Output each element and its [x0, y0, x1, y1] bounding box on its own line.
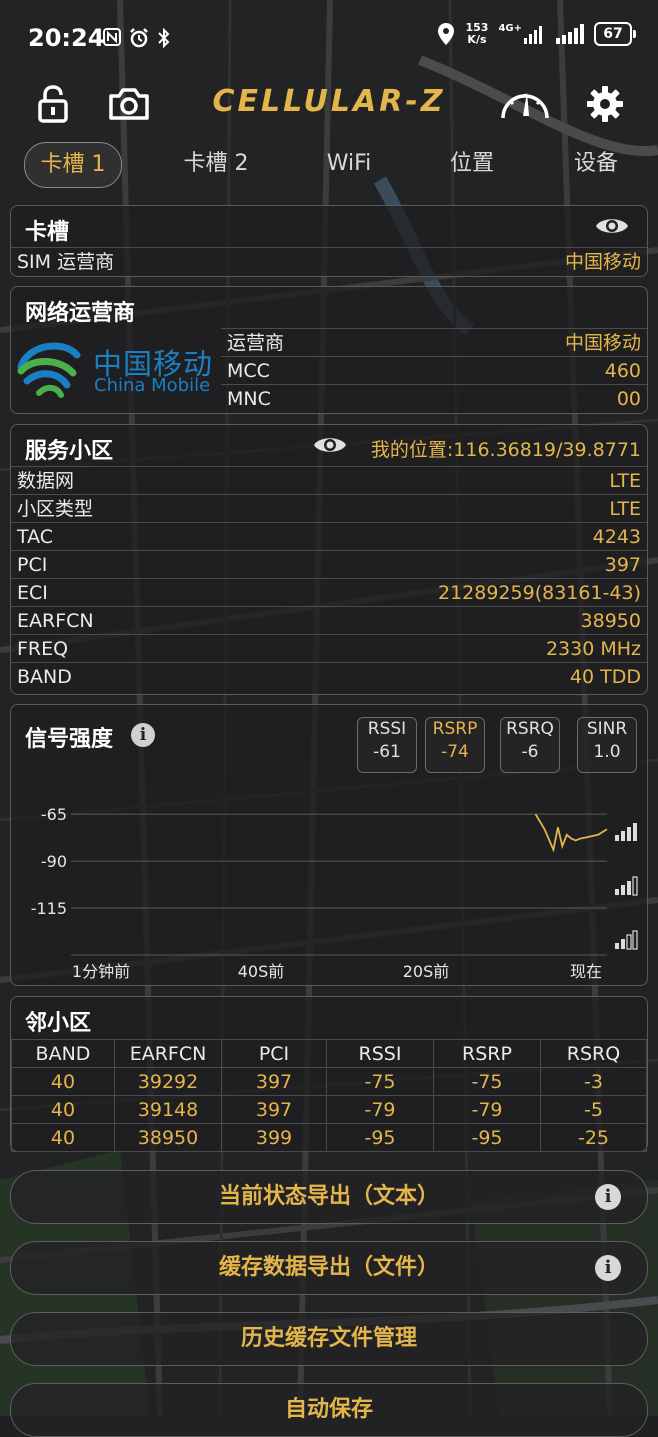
- autosave-button[interactable]: 自动保存: [10, 1383, 648, 1437]
- network-operator-card: 网络运营商 中国移动 China Mobile 运营商 中国移动 MCC 460 M…: [10, 286, 648, 414]
- eci-row: ECI 21289259(83161-43): [11, 578, 647, 607]
- china-mobile-logo: 中国移动 China Mobile: [17, 329, 221, 413]
- y-tick-label: -90: [41, 852, 67, 871]
- operator-card-title: 网络运营商: [25, 301, 136, 326]
- neighbor-cells-card: 邻小区 BAND EARFCN PCI RSSI RSRP RSRQ 40 392…: [10, 996, 648, 1152]
- speedometer-icon: [501, 92, 549, 119]
- toolbar: CELLULAR-Z: [0, 78, 658, 134]
- clock: 20:24: [28, 24, 105, 52]
- signal-strength-card: 信号强度 i RSSI -61 RSRP -74 RSRQ -6 SINR 1.0 -6…: [10, 704, 648, 986]
- eye-icon[interactable]: [313, 433, 347, 457]
- export-text-button[interactable]: 当前状态导出（文本） i: [10, 1170, 648, 1224]
- table-row: 40 38950 399 -95 -95 -25: [11, 1123, 647, 1152]
- x-tick-label: 现在: [570, 962, 602, 981]
- y-tick-label: -115: [31, 899, 67, 918]
- export-file-button[interactable]: 缓存数据导出（文件） i: [10, 1241, 648, 1295]
- sinr-badge[interactable]: SINR 1.0: [577, 717, 637, 773]
- tab-wifi[interactable]: WiFi: [302, 142, 396, 186]
- info-icon[interactable]: i: [595, 1184, 621, 1210]
- table-row: 40 39148 397 -79 -79 -5: [11, 1095, 647, 1124]
- tab-device[interactable]: 设备: [554, 142, 638, 186]
- history-files-button[interactable]: 历史缓存文件管理: [10, 1312, 648, 1366]
- freq-row: FREQ 2330 MHz: [11, 634, 647, 663]
- eye-icon[interactable]: [595, 214, 629, 238]
- tab-bar: 卡槽 1 卡槽 2 WiFi 位置 设备: [0, 142, 658, 190]
- signal-level-icons: [615, 823, 638, 950]
- col-band: BAND: [11, 1039, 115, 1068]
- mcc-row: MCC 460: [221, 356, 647, 385]
- earfcn-row: EARFCN 38950: [11, 606, 647, 635]
- tac-row: TAC 4243: [11, 522, 647, 551]
- status-bar: 20:24 153 K/s 4G+ 67: [0, 0, 658, 70]
- rssi-badge[interactable]: RSSI -61: [357, 717, 417, 773]
- mnc-row: MNC 00: [221, 384, 647, 413]
- slot-card: 卡槽 SIM 运营商 中国移动: [10, 205, 648, 277]
- cell-signal-icon-1: [524, 26, 542, 44]
- y-tick-label: -65: [41, 805, 67, 824]
- col-rsrp: RSRP: [433, 1039, 541, 1068]
- signal-bars-high-icon: [615, 823, 637, 841]
- pci-row: PCI 397: [11, 550, 647, 579]
- signal-strength-title: 信号强度: [25, 727, 114, 752]
- gear-icon: [587, 86, 623, 122]
- slot-card-title: 卡槽: [25, 220, 70, 245]
- tab-location[interactable]: 位置: [430, 142, 514, 186]
- table-header-row: BAND EARFCN PCI RSSI RSRP RSRQ: [11, 1039, 647, 1068]
- rsrq-badge[interactable]: RSRQ -6: [500, 717, 560, 773]
- x-tick-label: 40S前: [238, 962, 285, 981]
- net-speed: 153 K/s: [465, 21, 489, 46]
- neighbor-cells-title: 邻小区: [25, 1011, 92, 1036]
- table-row: 40 39292 397 -75 -75 -3: [11, 1067, 647, 1096]
- signal-bars-mid-icon: [615, 876, 638, 896]
- network-type-badge: 4G+: [498, 23, 546, 44]
- cell-signal-icon-2: [556, 24, 584, 44]
- serving-cell-card: 服务小区 我的位置:116.36819/39.8771 数据网 LTE 小区类型 L…: [10, 424, 648, 695]
- tab-slot-2[interactable]: 卡槽 2: [166, 142, 266, 186]
- operator-details: 运营商 中国移动 MCC 460 MNC 00: [221, 328, 647, 413]
- data-network-row: 数据网 LTE: [11, 466, 647, 495]
- app-brand: CELLULAR-Z: [212, 84, 446, 119]
- signal-chart: -65 -90 -115 1分钟前 40S前 20S前 现在: [31, 805, 638, 981]
- my-location: 我的位置:116.36819/39.8771: [370, 439, 641, 461]
- rsrp-badge[interactable]: RSRP -74: [425, 717, 485, 773]
- tab-slot-1[interactable]: 卡槽 1: [24, 142, 122, 188]
- location-pin-icon: [438, 23, 455, 45]
- china-mobile-logo-icon: [17, 342, 81, 398]
- neighbor-cells-table: BAND EARFCN PCI RSSI RSRP RSRQ 40 39292 39…: [11, 1039, 647, 1152]
- cell-type-row: 小区类型 LTE: [11, 494, 647, 523]
- band-row: BAND 40 TDD: [11, 662, 647, 691]
- logo-text-en: China Mobile: [94, 375, 211, 396]
- col-earfcn: EARFCN: [114, 1039, 222, 1068]
- col-rsrq: RSRQ: [540, 1039, 647, 1068]
- serving-cell-title: 服务小区: [25, 439, 114, 464]
- alarm-icon: [130, 28, 148, 48]
- col-rssi: RSSI: [326, 1039, 434, 1068]
- info-icon[interactable]: i: [131, 723, 155, 747]
- x-tick-label: 20S前: [403, 962, 450, 981]
- x-tick-label: 1分钟前: [72, 962, 130, 981]
- signal-bars-low-icon: [615, 930, 638, 950]
- operator-row: 运营商 中国移动: [221, 328, 647, 357]
- speed-test-button[interactable]: [499, 78, 551, 130]
- col-pci: PCI: [221, 1039, 327, 1068]
- sim-operator-row: SIM 运营商 中国移动: [11, 247, 647, 276]
- settings-button[interactable]: [579, 78, 631, 130]
- bluetooth-icon: [158, 27, 170, 49]
- rsrp-series-line: [534, 813, 608, 853]
- battery-indicator: 67: [594, 22, 636, 46]
- info-icon[interactable]: i: [595, 1255, 621, 1281]
- nfc-icon: [103, 28, 121, 46]
